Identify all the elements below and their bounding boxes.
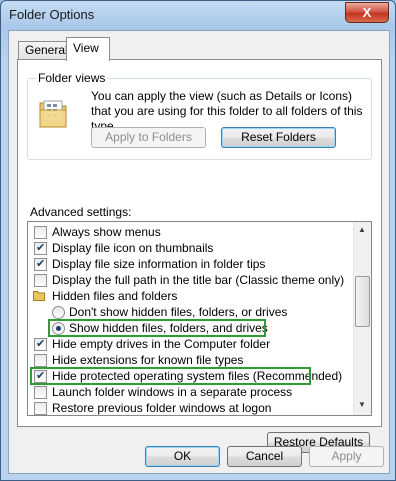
checkbox[interactable] [34, 240, 47, 256]
scrollbar-thumb[interactable] [355, 276, 370, 327]
list-item-label: Don't show hidden files, folders, or dri… [69, 305, 288, 319]
folder-view-icon [39, 100, 67, 128]
checkbox[interactable] [34, 256, 47, 272]
dialog-body: General View Folder views You can apply … [8, 30, 390, 474]
advanced-settings-list[interactable]: Always show menus Display file icon on t… [27, 221, 372, 416]
checkbox[interactable] [34, 368, 47, 384]
list-item-label: Show hidden files, folders, and drives [69, 321, 268, 335]
checkbox[interactable] [34, 402, 47, 415]
checkbox[interactable] [34, 226, 47, 239]
list-item-label: Restore previous folder windows at logon [52, 401, 272, 415]
vertical-scrollbar[interactable]: ▲ ▼ [353, 222, 371, 415]
list-item-label: Always show menus [52, 225, 161, 239]
advanced-settings-label: Advanced settings: [30, 205, 132, 219]
list-item-label: Display file size information in folder … [52, 257, 266, 271]
list-item-label: Display file icon on thumbnails [52, 241, 214, 255]
window-title: Folder Options [9, 7, 95, 22]
close-button[interactable]: X [345, 2, 389, 23]
list-item-label: Hidden files and folders [52, 289, 178, 303]
list-item-label: Display the full path in the title bar (… [52, 273, 345, 287]
apply-button[interactable]: Apply [309, 446, 384, 467]
list-item-label: Hide extensions for known file types [52, 353, 244, 367]
checkbox[interactable] [34, 274, 47, 287]
folder-icon [33, 291, 45, 301]
list-item-label: Hide protected operating system files (R… [52, 369, 343, 383]
folder-views-group: Folder views You can apply the view (suc… [27, 71, 372, 160]
apply-to-folders-button[interactable]: Apply to Folders [91, 127, 206, 148]
scroll-up-arrow-icon[interactable]: ▲ [358, 225, 366, 234]
checkbox[interactable] [34, 336, 47, 352]
ok-button[interactable]: OK [145, 446, 220, 467]
list-item-label: Launch folder windows in a separate proc… [52, 385, 293, 399]
list-item-label: Hide empty drives in the Computer folder [52, 337, 271, 351]
tab-view[interactable]: View [66, 37, 110, 61]
cancel-button[interactable]: Cancel [227, 446, 302, 467]
scroll-down-arrow-icon[interactable]: ▼ [358, 400, 366, 409]
radio-button[interactable] [52, 322, 65, 335]
folder-options-window: Folder Options X General View Folder vie… [0, 0, 396, 481]
checkbox[interactable] [34, 386, 47, 399]
reset-folders-button[interactable]: Reset Folders [221, 127, 336, 148]
radio-button[interactable] [52, 306, 65, 319]
view-tab-panel: Folder views You can apply the view (suc… [17, 59, 382, 453]
checkbox[interactable] [34, 354, 47, 367]
folder-views-legend: Folder views [36, 71, 108, 85]
title-bar[interactable]: Folder Options X [1, 1, 395, 29]
